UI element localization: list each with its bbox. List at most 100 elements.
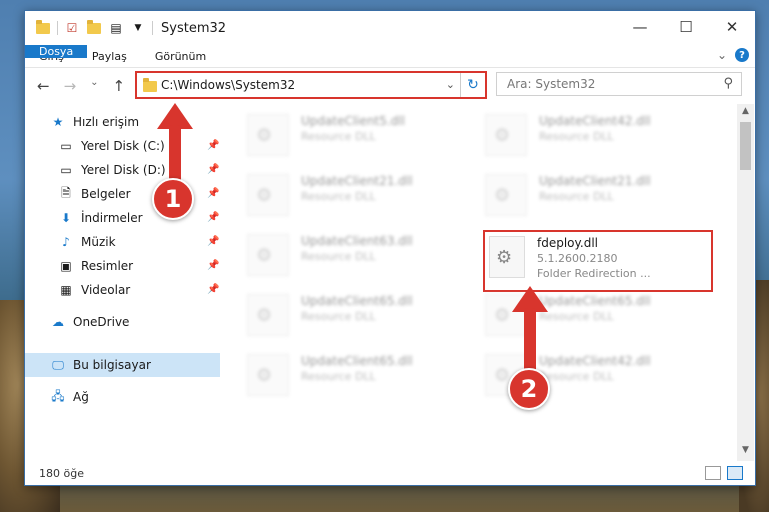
sidebar-item-disk-d[interactable]: ▭ Yerel Disk (D:) <box>59 159 166 181</box>
forward-arrow-icon[interactable]: → <box>64 77 77 95</box>
refresh-icon[interactable]: ↻ <box>460 73 485 97</box>
file-name: UpdateClient42.dll <box>539 114 651 128</box>
sidebar-item-disk-c[interactable]: ▭ Yerel Disk (C:) <box>59 135 165 157</box>
rename-icon[interactable]: ▤ <box>108 20 124 36</box>
search-placeholder: Ara: System32 <box>507 77 596 91</box>
new-folder-icon[interactable] <box>86 19 102 36</box>
sidebar-item-downloads[interactable]: ⬇ İndirmeler <box>59 207 143 229</box>
step-marker-2: 2 <box>508 368 550 410</box>
window-title: System32 <box>161 20 227 36</box>
dll-file-icon: ⚙ <box>247 174 289 216</box>
sidebar-item-label: Hızlı erişim <box>73 115 140 129</box>
pin-icon[interactable]: 📌 <box>207 188 219 199</box>
file-name: UpdateClient65.dll <box>301 294 413 308</box>
arrow-1-shaft <box>169 125 181 185</box>
address-path[interactable]: C:\Windows\System32 <box>161 78 295 92</box>
sidebar-item-label: Yerel Disk (C:) <box>81 139 165 153</box>
pin-icon[interactable]: 📌 <box>207 140 219 151</box>
file-type: Resource DLL <box>539 130 614 143</box>
sidebar-item-this-pc[interactable]: 🖵 Bu bilgisayar <box>51 354 151 376</box>
quick-access-toolbar: ☑ ▤ ▼ <box>25 19 153 36</box>
sidebar-item-label: İndirmeler <box>81 211 143 225</box>
navigation-buttons: ← → ⌄ ↑ <box>25 77 137 95</box>
sidebar-item-music[interactable]: ♪ Müzik <box>59 231 115 253</box>
dll-file-icon: ⚙ <box>247 354 289 396</box>
pin-icon[interactable]: 📌 <box>207 236 219 247</box>
cloud-icon: ☁ <box>52 315 64 329</box>
explorer-window: ☑ ▤ ▼ System32 — ☐ ✕ Dosya Giriş Paylaş … <box>24 10 756 486</box>
dll-file-icon: ⚙ <box>247 114 289 156</box>
file-item[interactable]: ⚙ UpdateClient65.dll Resource DLL <box>485 294 651 336</box>
details-view-icon[interactable] <box>705 466 721 480</box>
pin-icon[interactable]: 📌 <box>207 284 219 295</box>
tab-view[interactable]: Görünüm <box>141 45 220 67</box>
tab-file[interactable]: Dosya <box>25 45 88 58</box>
large-icons-view-icon[interactable] <box>727 466 743 480</box>
folder-icon <box>143 78 157 92</box>
file-type: Resource DLL <box>539 370 614 383</box>
file-item[interactable]: ⚙ UpdateClient63.dll Resource DLL <box>247 234 413 276</box>
document-icon: 🗎 <box>61 185 71 200</box>
file-name: UpdateClient65.dll <box>301 354 413 368</box>
file-item[interactable]: ⚙ UpdateClient65.dll Resource DLL <box>247 294 413 336</box>
scroll-down-icon[interactable]: ▼ <box>737 445 754 459</box>
file-name: UpdateClient21.dll <box>539 174 651 188</box>
download-icon: ⬇ <box>60 211 72 225</box>
file-type: Resource DLL <box>301 310 376 323</box>
pin-icon[interactable]: 📌 <box>207 212 219 223</box>
sidebar-item-videos[interactable]: ▦ Videolar <box>59 279 130 301</box>
sidebar-item-label: Belgeler <box>81 187 131 201</box>
sidebar-item-pictures[interactable]: ▣ Resimler <box>59 255 133 277</box>
up-arrow-icon[interactable]: ↑ <box>113 77 126 95</box>
vertical-scrollbar[interactable]: ▲ ▼ <box>737 104 754 461</box>
file-item[interactable]: ⚙ UpdateClient42.dll Resource DLL <box>485 114 651 156</box>
file-item[interactable]: ⚙ UpdateClient21.dll Resource DLL <box>485 174 651 216</box>
file-type: Resource DLL <box>301 250 376 263</box>
recent-locations-icon[interactable]: ⌄ <box>90 77 98 95</box>
scroll-up-icon[interactable]: ▲ <box>737 106 754 120</box>
pin-icon[interactable]: 📌 <box>207 164 219 175</box>
drive-icon: ▭ <box>60 139 72 153</box>
tab-share[interactable]: Paylaş <box>78 45 141 67</box>
scrollbar-thumb[interactable] <box>740 122 751 170</box>
drive-icon: ▭ <box>60 163 72 177</box>
maximize-button[interactable]: ☐ <box>663 11 709 43</box>
sidebar-item-quick-access[interactable]: ★ Hızlı erişim <box>51 111 139 133</box>
file-name: UpdateClient63.dll <box>301 234 413 248</box>
expand-ribbon-icon[interactable]: ⌄ <box>717 48 727 62</box>
help-icon[interactable]: ? <box>735 48 749 62</box>
video-icon: ▦ <box>60 283 72 297</box>
back-arrow-icon[interactable]: ← <box>37 77 50 95</box>
file-name: UpdateClient21.dll <box>301 174 413 188</box>
sidebar-item-onedrive[interactable]: ☁ OneDrive <box>51 311 129 333</box>
file-item[interactable]: ⚙ UpdateClient5.dll Resource DLL <box>247 114 405 156</box>
sidebar-item-network[interactable]: 🖧 Ağ <box>51 386 89 408</box>
sidebar-item-label: Videolar <box>81 283 131 297</box>
customize-dropdown-icon[interactable]: ▼ <box>130 20 146 36</box>
search-icon[interactable]: ⚲ <box>723 76 733 91</box>
file-name: UpdateClient42.dll <box>539 354 651 368</box>
sidebar-item-documents[interactable]: 🗎 Belgeler <box>59 183 131 205</box>
file-type: Resource DLL <box>301 190 376 203</box>
star-icon: ★ <box>52 115 64 129</box>
navigation-pane: ★ Hızlı erişim ▭ Yerel Disk (C:) 📌 ▭ Yer… <box>25 104 220 461</box>
properties-icon[interactable]: ☑ <box>64 20 80 36</box>
file-name: UpdateClient5.dll <box>301 114 405 128</box>
status-bar: 180 öğe <box>25 461 755 485</box>
search-input[interactable]: Ara: System32 ⚲ <box>496 72 742 96</box>
view-toggle <box>705 466 743 480</box>
file-type: Resource DLL <box>539 310 614 323</box>
pictures-icon: ▣ <box>60 259 72 273</box>
pin-icon[interactable]: 📌 <box>207 260 219 271</box>
dll-file-icon: ⚙ <box>485 174 527 216</box>
address-dropdown-icon[interactable]: ⌄ <box>446 78 455 91</box>
minimize-button[interactable]: — <box>617 11 663 43</box>
dll-file-icon: ⚙ <box>485 114 527 156</box>
file-item[interactable]: ⚙ UpdateClient65.dll Resource DLL <box>247 354 413 396</box>
close-button[interactable]: ✕ <box>709 11 755 43</box>
file-item[interactable]: ⚙ UpdateClient21.dll Resource DLL <box>247 174 413 216</box>
sidebar-item-label: Yerel Disk (D:) <box>81 163 166 177</box>
address-bar[interactable]: C:\Windows\System32 ⌄ ↻ <box>135 71 487 99</box>
content-area: ★ Hızlı erişim ▭ Yerel Disk (C:) 📌 ▭ Yer… <box>25 104 755 461</box>
file-type: Resource DLL <box>301 370 376 383</box>
